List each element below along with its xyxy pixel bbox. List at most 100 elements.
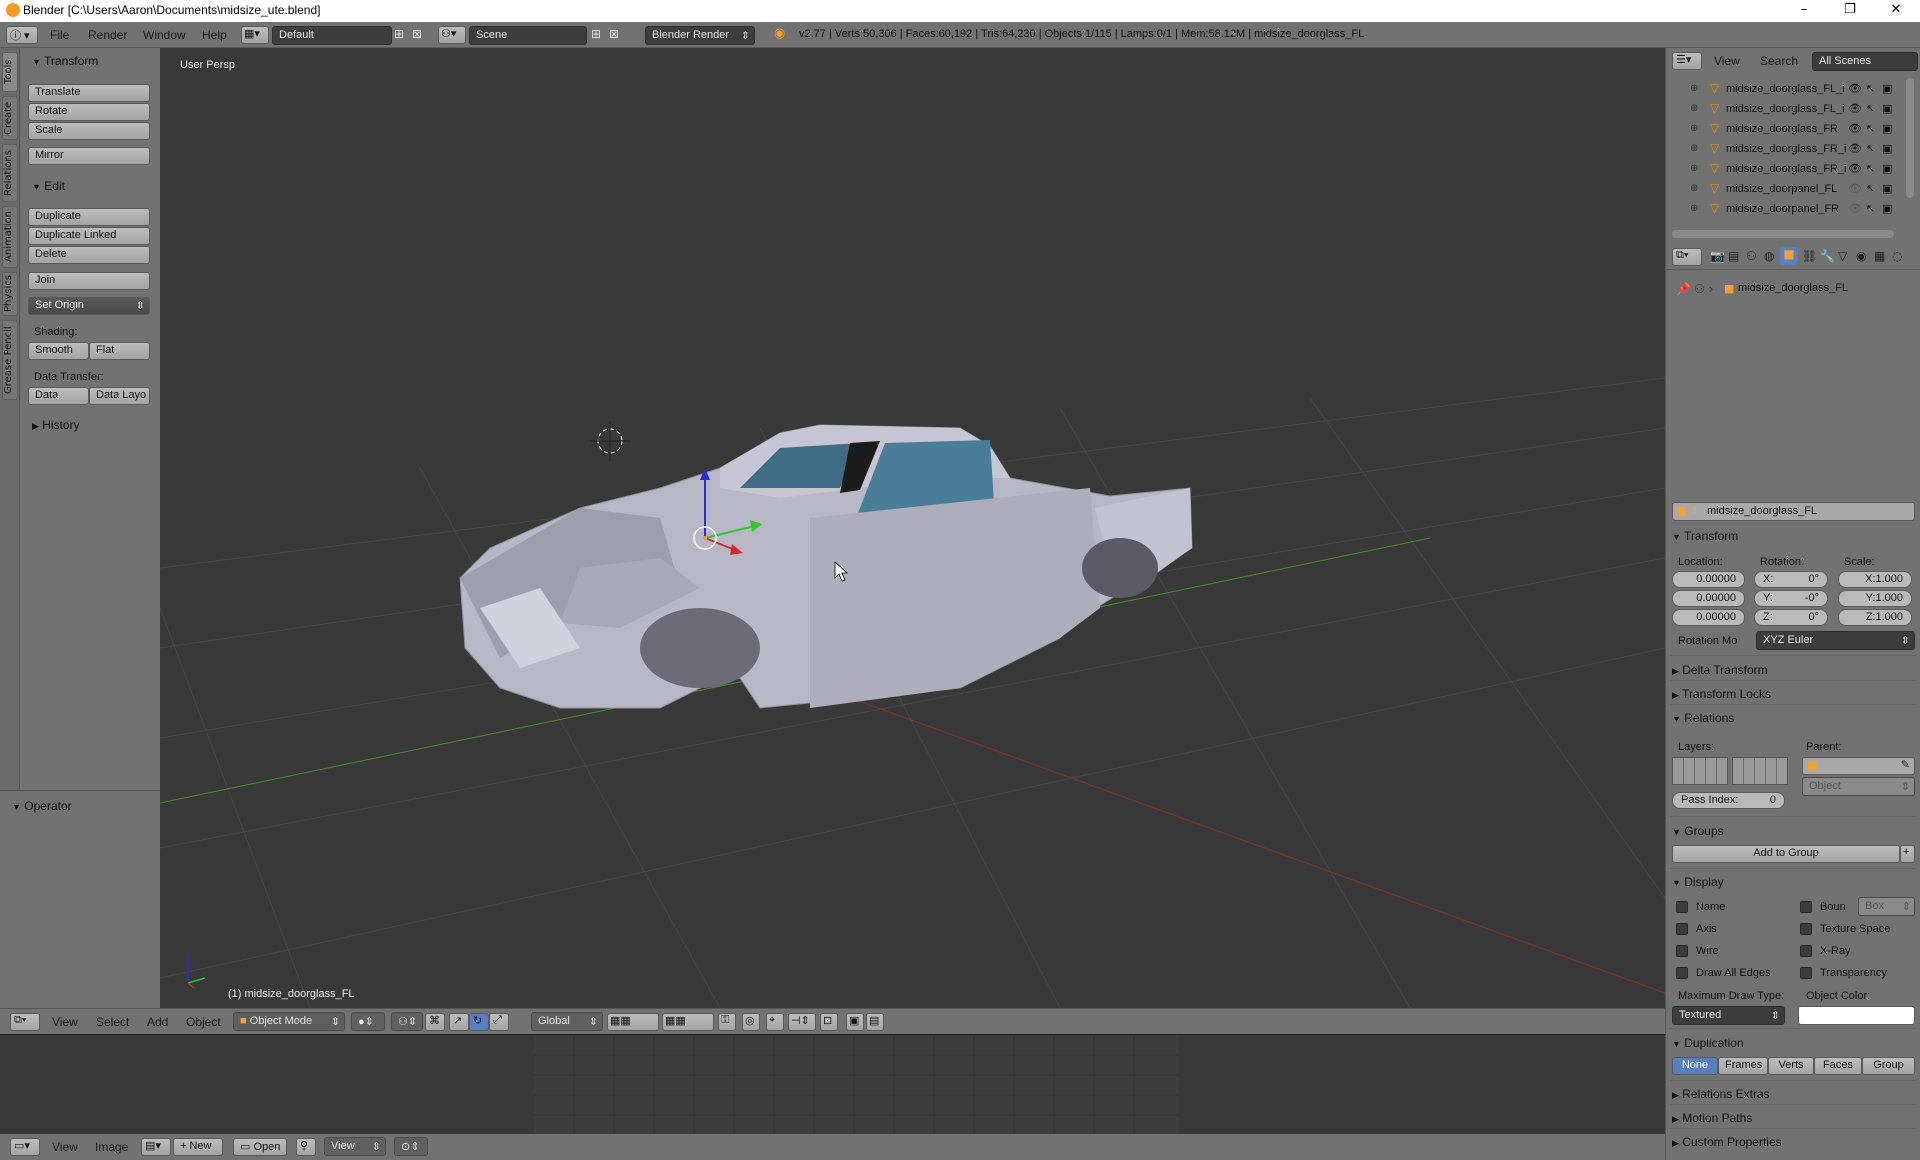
flat-shading-button[interactable]: Flat	[89, 342, 150, 360]
scale-x-field[interactable]: X:1.000	[1838, 571, 1912, 588]
texture-tab-icon[interactable]: ▦	[1874, 249, 1885, 263]
add-to-group-button[interactable]: Add to Group	[1672, 845, 1900, 863]
groups-header[interactable]: ▼ Groups	[1672, 824, 1724, 838]
location-z-field[interactable]: 0.00000	[1672, 609, 1745, 626]
bounds-type-dropdown[interactable]: Box ⇕	[1858, 897, 1915, 916]
rotate-button[interactable]: Rotate	[28, 103, 150, 121]
transform-locks-header[interactable]: ▶ Transform Locks	[1672, 687, 1771, 701]
parent-type-dropdown[interactable]: Object ⇕	[1802, 777, 1915, 796]
screen-layout-icon[interactable]: ▦▾	[241, 26, 269, 44]
transform-orientation-dropdown[interactable]: Global ⇕	[531, 1012, 603, 1031]
relations-extras-header[interactable]: ▶ Relations Extras	[1672, 1087, 1770, 1101]
add-scene-icon[interactable]: ⊞	[591, 27, 601, 41]
expand-icon[interactable]: ⊕	[1690, 183, 1698, 194]
expand-icon[interactable]: ⊕	[1690, 123, 1698, 134]
manipulator-translate-icon[interactable]: ↗	[449, 1013, 469, 1031]
scale-z-field[interactable]: Z:1.000	[1838, 609, 1912, 626]
visibility-eye-icon[interactable]: 👁	[1848, 102, 1862, 115]
expand-icon[interactable]: ⊕	[1690, 163, 1698, 174]
scale-y-field[interactable]: Y:1.000	[1838, 590, 1912, 607]
editor-type-3dview-icon[interactable]: ⧉▾	[10, 1013, 40, 1031]
expand-icon[interactable]: ⊕	[1690, 103, 1698, 114]
3d-viewport[interactable]: User Persp (1) midsize_doorglass_FL	[160, 48, 1665, 1008]
layers-grid-a[interactable]	[1672, 757, 1728, 785]
duplication-frames-button[interactable]: Frames	[1718, 1057, 1768, 1075]
scene-field[interactable]: Scene	[469, 26, 587, 45]
rotation-y-field[interactable]: Y: -0°	[1754, 590, 1828, 607]
render-camera-icon[interactable]: ▣	[1882, 182, 1892, 195]
open-image-button[interactable]: ▭ Open	[233, 1138, 287, 1156]
remove-layout-icon[interactable]: ⊠	[412, 27, 422, 41]
maximize-button[interactable]: ❐	[1830, 2, 1870, 20]
selectable-arrow-icon[interactable]: ↖	[1866, 102, 1875, 115]
pin-image-icon[interactable]: ⚲	[296, 1138, 316, 1156]
expand-icon[interactable]: ⊕	[1690, 143, 1698, 154]
mirror-button[interactable]: Mirror	[28, 147, 150, 165]
editor-type-image-icon[interactable]: ▭▾	[10, 1138, 40, 1156]
outliner-item[interactable]: ⊕ ▽ midsize_doorglass_FR_i 👁 ↖ ▣	[1666, 140, 1920, 160]
outliner-item[interactable]: ⊕ ▽ midsize_doorpanel_FL 👁 ↖ ▣	[1666, 180, 1920, 200]
material-tab-icon[interactable]: ◉	[1856, 249, 1866, 263]
render-camera-icon[interactable]: ▣	[1882, 142, 1892, 155]
remove-scene-icon[interactable]: ⊠	[609, 27, 619, 41]
render-camera-icon[interactable]: ▣	[1882, 102, 1892, 115]
menu-view[interactable]: View	[52, 1015, 78, 1029]
name-checkbox[interactable]	[1676, 901, 1688, 913]
outliner-v-scrollbar[interactable]	[1906, 78, 1914, 198]
visibility-eye-icon[interactable]: 👁	[1848, 202, 1862, 215]
pivot-point-dropdown[interactable]: ⚇⇕	[391, 1012, 423, 1031]
scale-button[interactable]: Scale	[28, 122, 150, 140]
object-color-swatch[interactable]	[1798, 1006, 1915, 1025]
editor-type-outliner-icon[interactable]: ☰▾	[1672, 52, 1702, 70]
snap-target-icon[interactable]: ⊡	[820, 1013, 838, 1031]
snap-toggle-icon[interactable]: ⌖	[766, 1013, 784, 1031]
join-button[interactable]: Join	[28, 272, 150, 290]
viewport-shading-dropdown[interactable]: ●⇕	[351, 1012, 385, 1031]
pin-icon[interactable]: 📌	[1676, 282, 1691, 296]
object-mode-dropdown[interactable]: ■ Object Mode ⇕	[233, 1012, 345, 1031]
selectable-arrow-icon[interactable]: ↖	[1866, 142, 1875, 155]
duplication-group-button[interactable]: Group	[1862, 1057, 1915, 1075]
close-button[interactable]: ✕	[1876, 2, 1916, 20]
manipulator-toggle-icon[interactable]: ⌘	[425, 1013, 445, 1031]
outliner-display-dropdown[interactable]: All Scenes	[1812, 52, 1918, 71]
menu-window[interactable]: Window	[143, 28, 186, 42]
rotation-z-field[interactable]: Z: 0°	[1754, 609, 1828, 626]
visibility-eye-icon[interactable]: 👁	[1848, 122, 1862, 135]
render-camera-icon[interactable]: ▣	[1882, 202, 1892, 215]
rotation-x-field[interactable]: X: 0°	[1754, 571, 1828, 588]
menu-outliner-view[interactable]: View	[1714, 54, 1740, 68]
location-x-field[interactable]: 0.00000	[1672, 571, 1745, 588]
menu-add[interactable]: Add	[147, 1015, 168, 1029]
proportional-edit-icon[interactable]: ◎	[742, 1013, 760, 1031]
duplicate-button[interactable]: Duplicate	[28, 208, 150, 226]
menu-render[interactable]: Render	[88, 28, 127, 42]
duplication-faces-button[interactable]: Faces	[1814, 1057, 1862, 1075]
selectable-arrow-icon[interactable]: ↖	[1866, 82, 1875, 95]
transform-section-header[interactable]: ▼ Transform	[1672, 529, 1738, 543]
relations-header[interactable]: ▼ Relations	[1672, 711, 1734, 725]
edit-panel-header[interactable]: ▼ Edit	[32, 179, 65, 193]
render-camera-icon[interactable]: ▣	[1882, 122, 1892, 135]
selectable-arrow-icon[interactable]: ↖	[1866, 162, 1875, 175]
tab-tools[interactable]: Tools	[2, 52, 18, 92]
duplication-verts-button[interactable]: Verts	[1768, 1057, 1814, 1075]
outliner-item[interactable]: ⊕ ▽ midsize_doorglass_FL_i 👁 ↖ ▣	[1666, 100, 1920, 120]
opengl-animation-icon[interactable]: ▤	[866, 1013, 884, 1031]
delta-transform-header[interactable]: ▶ Delta Transform	[1672, 663, 1768, 677]
scene-layers-grid2-icon[interactable]: ▦▦	[662, 1013, 714, 1031]
display-header[interactable]: ▼ Display	[1672, 875, 1724, 889]
visibility-eye-icon[interactable]: 👁	[1848, 162, 1862, 175]
visibility-eye-icon[interactable]: 👁	[1848, 182, 1862, 195]
world-tab-icon[interactable]: ◍	[1764, 249, 1774, 263]
bounds-checkbox[interactable]	[1800, 901, 1812, 913]
object-tab-icon[interactable]: ■	[1780, 247, 1798, 265]
outliner-item[interactable]: ⊕ ▽ midsize_doorglass_FL_i 👁 ↖ ▣	[1666, 80, 1920, 100]
selectable-arrow-icon[interactable]: ↖	[1866, 202, 1875, 215]
visibility-eye-icon[interactable]: 👁	[1848, 82, 1862, 95]
scene-icon[interactable]: ⚇▾	[438, 26, 466, 44]
translate-button[interactable]: Translate	[28, 84, 150, 102]
max-draw-type-dropdown[interactable]: Textured ⇕	[1672, 1006, 1785, 1025]
selectable-arrow-icon[interactable]: ↖	[1866, 122, 1875, 135]
pivot-dropdown[interactable]: ⊙⇕	[394, 1137, 428, 1156]
